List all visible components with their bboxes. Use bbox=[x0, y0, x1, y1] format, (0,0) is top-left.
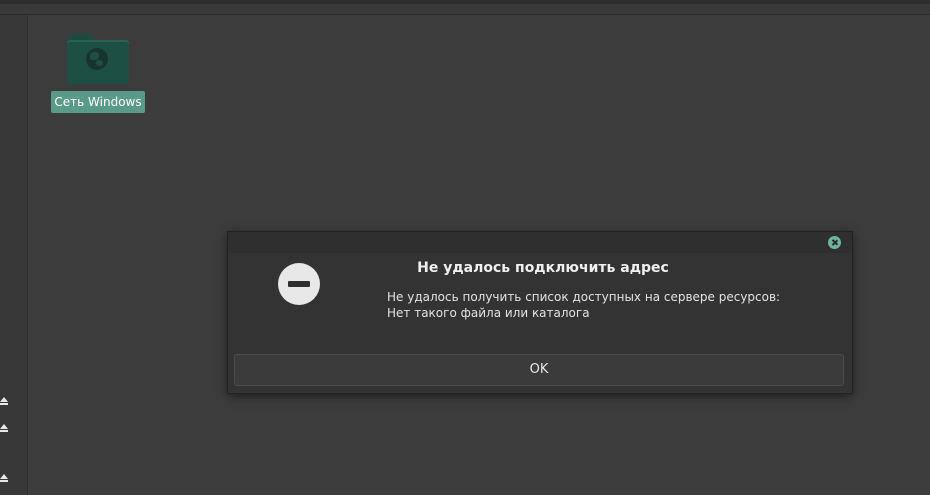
dialog-title: Не удалось подключить адрес bbox=[417, 260, 669, 276]
error-icon bbox=[278, 263, 320, 305]
network-folder-icon bbox=[67, 34, 129, 84]
eject-icon[interactable] bbox=[0, 474, 8, 484]
close-icon[interactable] bbox=[828, 236, 841, 249]
top-toolbar bbox=[0, 4, 930, 15]
desktop-icon-windows-network[interactable]: Сеть Windows bbox=[51, 30, 145, 116]
eject-icon[interactable] bbox=[0, 397, 8, 407]
eject-icon[interactable] bbox=[0, 424, 8, 434]
desktop-screen: Сеть Windows Не удалось подключить адрес… bbox=[0, 0, 930, 495]
error-dialog: Не удалось подключить адрес Не удалось п… bbox=[228, 232, 852, 393]
dialog-titlebar bbox=[228, 232, 852, 253]
sidebar bbox=[0, 15, 28, 495]
dialog-message: Не удалось получить список доступных на … bbox=[387, 290, 781, 320]
desktop-icon-label: Сеть Windows bbox=[51, 91, 145, 113]
globe-icon bbox=[86, 48, 108, 70]
ok-button[interactable]: OK bbox=[234, 354, 844, 386]
